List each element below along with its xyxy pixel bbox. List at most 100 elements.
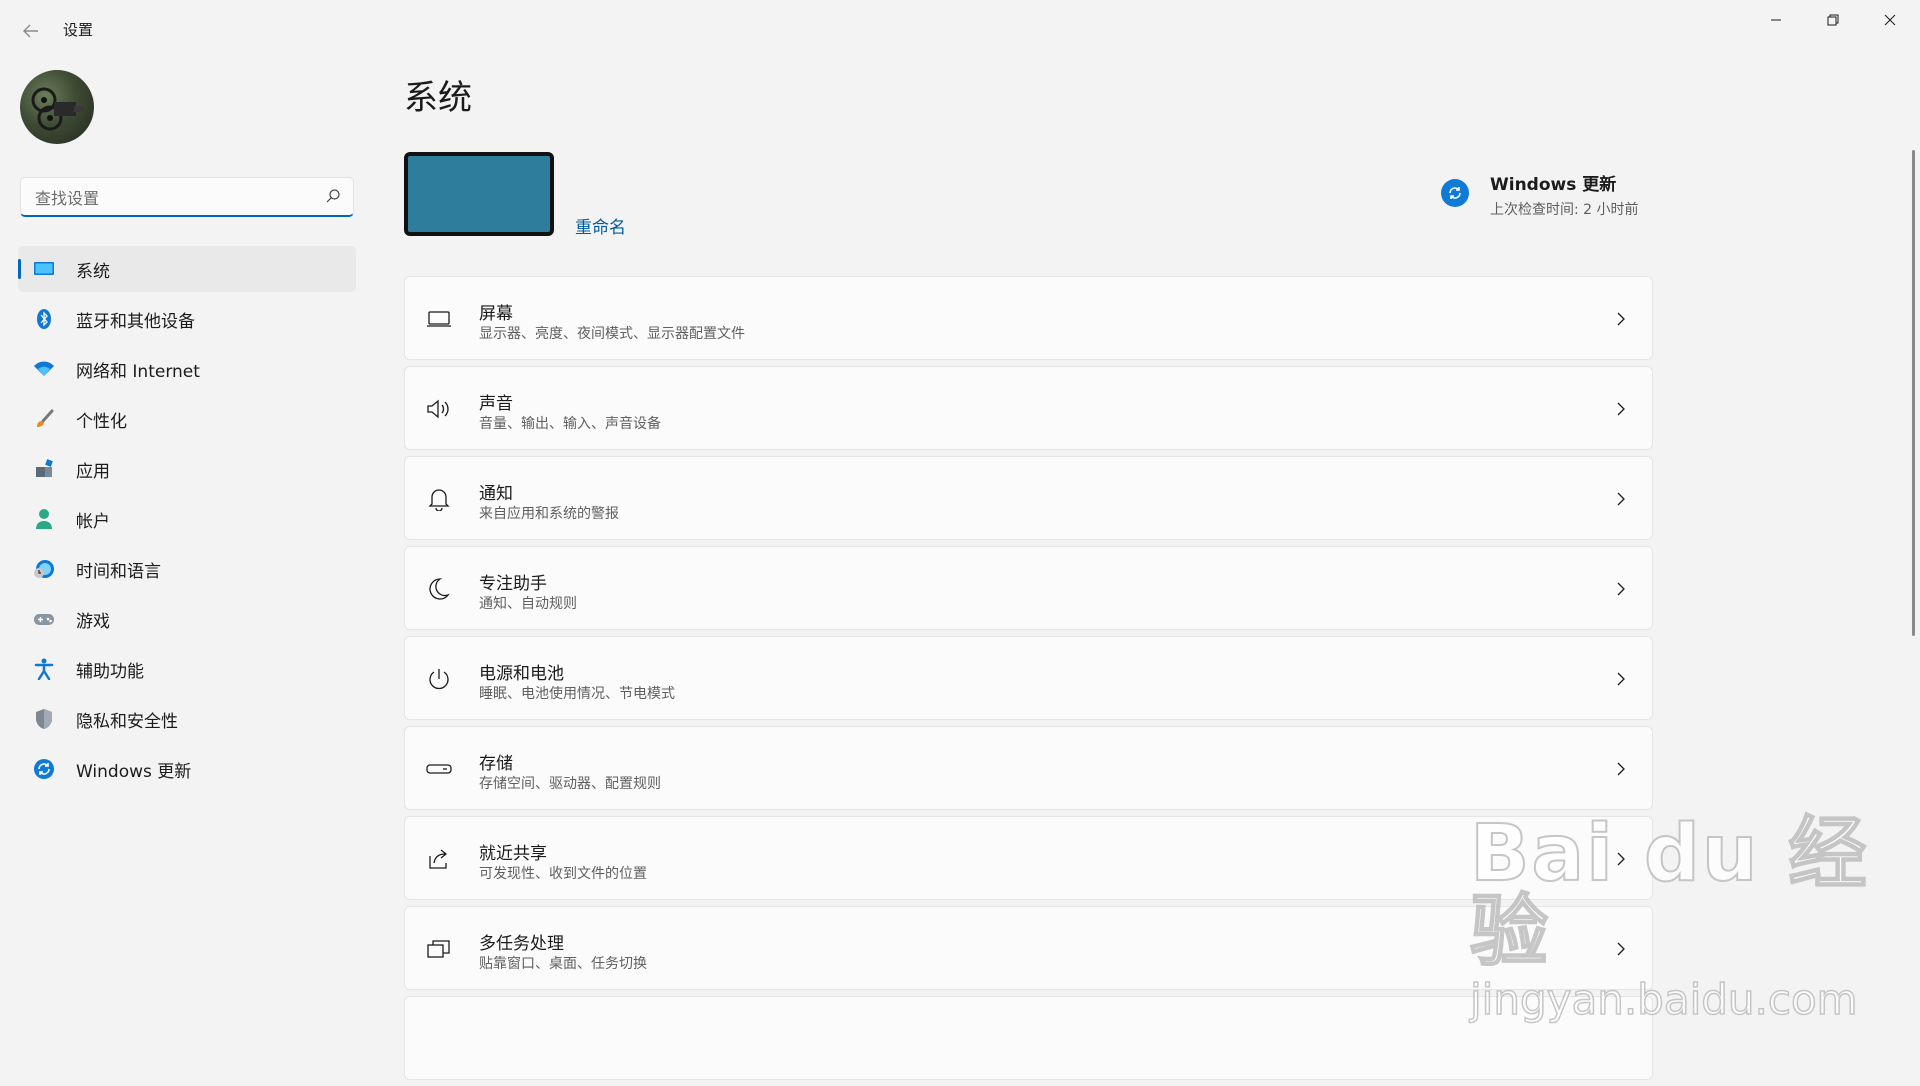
accessibility-icon <box>32 657 56 681</box>
chevron-right-icon <box>1614 757 1628 781</box>
sidebar-item-label: 隐私和安全性 <box>76 711 178 732</box>
card-title: 就近共享 <box>479 844 547 864</box>
storage-icon <box>425 755 453 783</box>
back-button[interactable] <box>14 14 48 48</box>
sidebar-item-label: 游戏 <box>76 611 110 632</box>
page-title: 系统 <box>404 78 472 118</box>
share-icon <box>425 845 453 873</box>
minimize-button[interactable] <box>1748 0 1804 40</box>
settings-card-storage[interactable]: 存储 存储空间、驱动器、配置规则 <box>404 726 1653 810</box>
bell-icon <box>425 485 453 513</box>
card-title: 多任务处理 <box>479 934 564 954</box>
sidebar-item-system[interactable]: 系统 <box>18 246 356 292</box>
multitask-icon <box>425 935 453 963</box>
sidebar-item-label: 应用 <box>76 461 110 482</box>
update-title[interactable]: Windows 更新 <box>1490 170 1616 195</box>
card-subtitle: 音量、输出、输入、声音设备 <box>479 416 661 432</box>
apps-icon <box>32 457 56 481</box>
restore-icon <box>1827 14 1839 26</box>
sidebar-item-label: 个性化 <box>76 411 127 432</box>
sidebar-item-label: 网络和 Internet <box>76 361 200 382</box>
search-icon[interactable] <box>325 188 341 208</box>
active-indicator <box>18 259 21 279</box>
watermark-url: jingyan.baidu.com <box>1469 975 1858 1024</box>
speaker-icon <box>425 395 453 423</box>
system-icon <box>32 257 56 281</box>
close-button[interactable] <box>1862 0 1918 40</box>
close-icon <box>1884 14 1896 26</box>
sidebar-item-bluetooth[interactable]: 蓝牙和其他设备 <box>18 296 356 342</box>
sidebar-item-network[interactable]: 网络和 Internet <box>18 346 356 392</box>
brush-icon <box>32 407 56 431</box>
settings-card-nearby-sharing[interactable]: 就近共享 可发现性、收到文件的位置 <box>404 816 1653 900</box>
search-input[interactable] <box>33 184 317 212</box>
card-subtitle: 来自应用和系统的警报 <box>479 506 619 522</box>
watermark: Bai du 经验 jingyan.baidu.com <box>1469 809 1920 1024</box>
back-arrow-icon <box>23 24 38 38</box>
windows-update-icon <box>32 757 56 781</box>
power-icon <box>425 665 453 693</box>
chevron-right-icon <box>1614 487 1628 511</box>
chevron-right-icon <box>1614 667 1628 691</box>
device-thumbnail <box>404 152 554 236</box>
bluetooth-icon <box>32 307 56 331</box>
chevron-right-icon <box>1614 307 1628 331</box>
gamepad-icon <box>32 607 56 631</box>
card-title: 通知 <box>479 484 513 504</box>
card-title: 专注助手 <box>479 574 547 594</box>
chevron-right-icon <box>1614 577 1628 601</box>
settings-card-focus-assist[interactable]: 专注助手 通知、自动规则 <box>404 546 1653 630</box>
settings-card-next[interactable] <box>404 996 1653 1080</box>
sidebar-item-apps[interactable]: 应用 <box>18 446 356 492</box>
settings-card-notifications[interactable]: 通知 来自应用和系统的警报 <box>404 456 1653 540</box>
card-subtitle: 通知、自动规则 <box>479 596 577 612</box>
settings-card-power[interactable]: 电源和电池 睡眠、电池使用情况、节电模式 <box>404 636 1653 720</box>
minimize-icon <box>1771 19 1781 21</box>
scrollbar-thumb[interactable] <box>1912 150 1915 636</box>
card-title: 屏幕 <box>479 304 513 324</box>
moon-icon <box>425 575 453 603</box>
card-title: 声音 <box>479 394 513 414</box>
update-last-checked: 上次检查时间: 2 小时前 <box>1490 202 1639 218</box>
account-icon <box>32 507 56 531</box>
restore-button[interactable] <box>1805 0 1861 40</box>
sidebar-item-privacy[interactable]: 隐私和安全性 <box>18 696 356 742</box>
watermark-brand: Bai du 经验 <box>1469 809 1869 977</box>
sidebar-item-accessibility[interactable]: 辅助功能 <box>18 646 356 692</box>
sidebar-item-label: 辅助功能 <box>76 661 144 682</box>
app-title: 设置 <box>63 21 94 39</box>
settings-card-multitasking[interactable]: 多任务处理 贴靠窗口、桌面、任务切换 <box>404 906 1653 990</box>
time-language-icon <box>32 557 56 581</box>
sidebar-item-label: 帐户 <box>76 511 110 532</box>
windows-update-status-icon[interactable] <box>1441 179 1469 207</box>
card-subtitle: 存储空间、驱动器、配置规则 <box>479 776 661 792</box>
rename-link[interactable]: 重命名 <box>575 213 626 238</box>
card-title: 电源和电池 <box>479 664 564 684</box>
search-box[interactable] <box>20 177 354 217</box>
sidebar-item-windows-update[interactable]: Windows 更新 <box>18 746 356 792</box>
avatar-image <box>31 87 84 131</box>
card-subtitle: 睡眠、电池使用情况、节电模式 <box>479 686 675 702</box>
card-title: 存储 <box>479 754 513 774</box>
sidebar-item-gaming[interactable]: 游戏 <box>18 596 356 642</box>
card-subtitle: 贴靠窗口、桌面、任务切换 <box>479 956 647 972</box>
settings-card-sound[interactable]: 声音 音量、输出、输入、声音设备 <box>404 366 1653 450</box>
sidebar-nav: 系统 蓝牙和其他设备 网络和 Internet 个性化 应用 帐户 时间和语言 … <box>18 246 356 796</box>
card-subtitle: 可发现性、收到文件的位置 <box>479 866 647 882</box>
shield-icon <box>32 707 56 731</box>
wifi-icon <box>32 357 56 381</box>
card-subtitle: 显示器、亮度、夜间模式、显示器配置文件 <box>479 326 745 342</box>
sidebar-item-time-language[interactable]: 时间和语言 <box>18 546 356 592</box>
avatar[interactable] <box>20 70 94 144</box>
display-icon <box>425 305 453 333</box>
sidebar-item-label: 时间和语言 <box>76 561 161 582</box>
sidebar-item-accounts[interactable]: 帐户 <box>18 496 356 542</box>
sidebar-item-label: Windows 更新 <box>76 761 192 782</box>
settings-list: 屏幕 显示器、亮度、夜间模式、显示器配置文件 声音 音量、输出、输入、声音设备 … <box>404 276 1653 1086</box>
sidebar-item-label: 系统 <box>76 261 110 282</box>
title-bar: 设置 <box>0 0 1920 58</box>
settings-card-display[interactable]: 屏幕 显示器、亮度、夜间模式、显示器配置文件 <box>404 276 1653 360</box>
sidebar-item-personalization[interactable]: 个性化 <box>18 396 356 442</box>
sidebar-item-label: 蓝牙和其他设备 <box>76 311 195 332</box>
chevron-right-icon <box>1614 397 1628 421</box>
